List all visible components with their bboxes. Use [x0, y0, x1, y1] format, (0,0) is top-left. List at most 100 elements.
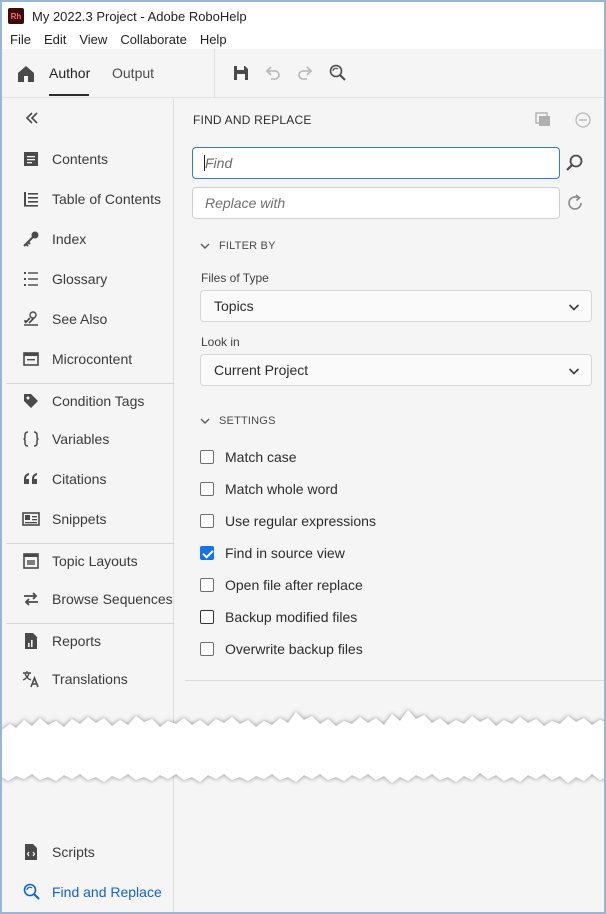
quote-icon: [24, 473, 37, 484]
checkbox-checked[interactable]: [200, 546, 214, 560]
search-icon[interactable]: [564, 152, 586, 174]
option-label: Match whole word: [225, 481, 338, 497]
option-label: Use regular expressions: [225, 513, 376, 529]
sidebar-item-browse-sequences[interactable]: Browse Sequences: [2, 581, 174, 617]
option-use-regular-expressions[interactable]: Use regular expressions: [200, 511, 376, 531]
sidebar-item-label: Table of Contents: [52, 191, 161, 207]
option-backup-modified-files[interactable]: Backup modified files: [200, 607, 357, 627]
sidebar-item-microcontent[interactable]: Microcontent: [2, 341, 174, 377]
checkbox[interactable]: [200, 642, 214, 656]
sidebar-item-translations[interactable]: Translations: [2, 661, 174, 697]
sidebar-item-label: Glossary: [52, 271, 108, 287]
tab-author[interactable]: Author: [49, 65, 90, 81]
files-of-type-value: Topics: [214, 298, 254, 314]
text-cursor: [204, 155, 205, 171]
undo-icon[interactable]: [263, 63, 283, 83]
chevron-down-icon: [568, 304, 580, 311]
contents-icon: [24, 152, 38, 166]
see-also-icon: [24, 311, 38, 326]
sidebar-item-reports[interactable]: Reports: [2, 623, 174, 659]
sidebar-item-label: Citations: [52, 471, 107, 487]
menu-bar: File Edit View Collaborate Help: [2, 30, 604, 49]
sidebar-item-index[interactable]: Index: [2, 221, 174, 257]
app-window: Rh My 2022.3 Project - Adobe RoboHelp Fi…: [0, 0, 606, 914]
window-title: My 2022.3 Project - Adobe RoboHelp: [32, 8, 247, 24]
checkbox[interactable]: [200, 450, 214, 464]
sidebar-item-condition-tags[interactable]: Condition Tags: [2, 383, 174, 419]
sidebar-item-label: Scripts: [52, 844, 95, 860]
sidebar-item-table-of-contents[interactable]: Table of Contents: [2, 181, 174, 217]
active-tab-indicator: [49, 94, 89, 96]
look-in-value: Current Project: [214, 362, 309, 378]
robohelp-logo: Rh: [8, 8, 24, 24]
sidebar-item-scripts[interactable]: Scripts: [2, 834, 174, 870]
checkbox[interactable]: [200, 482, 214, 496]
checkbox[interactable]: [200, 514, 214, 528]
sidebar-item-label: Contents: [52, 151, 109, 167]
option-label: Backup modified files: [225, 609, 358, 625]
glossary-icon: [24, 272, 38, 286]
menu-help[interactable]: Help: [200, 32, 227, 47]
look-in-dropdown[interactable]: Current Project: [200, 354, 592, 386]
menu-view[interactable]: View: [79, 32, 107, 47]
translate-icon: [22, 671, 39, 688]
save-icon[interactable]: [231, 63, 251, 83]
snippets-icon: [22, 512, 40, 526]
sidebar-item-label: Condition Tags: [52, 393, 145, 409]
option-label: Find in source view: [225, 545, 345, 561]
sidebar-item-label: Find and Replace: [52, 884, 162, 900]
redo-icon[interactable]: [295, 63, 315, 83]
option-label: Open file after replace: [225, 577, 363, 593]
option-open-file-after-replace[interactable]: Open file after replace: [200, 575, 363, 595]
find-replace-icon[interactable]: [327, 63, 347, 83]
sidebar-item-glossary[interactable]: Glossary: [2, 261, 174, 297]
arrows-icon: [24, 592, 38, 606]
sidebar-item-label: Translations: [52, 671, 128, 687]
sidebar-item-variables[interactable]: Variables: [2, 421, 174, 457]
sidebar-item-label: Browse Sequences: [52, 591, 173, 607]
menu-collaborate[interactable]: Collaborate: [120, 32, 187, 47]
key-icon: [23, 231, 39, 247]
refresh-icon[interactable]: [564, 192, 586, 214]
toc-icon: [24, 192, 38, 207]
title-bar: Rh My 2022.3 Project - Adobe RoboHelp: [2, 2, 604, 30]
settings-header[interactable]: SETTINGS: [199, 415, 276, 427]
option-overwrite-backup-files[interactable]: Overwrite backup files: [200, 639, 363, 659]
checkbox[interactable]: [200, 578, 214, 592]
undock-icon[interactable]: [534, 111, 552, 129]
torn-paper-break: [2, 710, 604, 783]
sidebar-item-citations[interactable]: Citations: [2, 461, 174, 497]
sidebar-item-topic-layouts[interactable]: Topic Layouts: [2, 543, 174, 579]
microcontent-icon: [23, 352, 39, 366]
sidebar-item-contents[interactable]: Contents: [2, 141, 174, 177]
option-find-in-source-view[interactable]: Find in source view: [200, 543, 345, 563]
sidebar-item-snippets[interactable]: Snippets: [2, 501, 174, 537]
menu-file[interactable]: File: [10, 32, 31, 47]
sidebar-item-label: Topic Layouts: [52, 553, 138, 569]
sidebar-item-label: Microcontent: [52, 351, 133, 367]
tab-output[interactable]: Output: [112, 65, 154, 81]
sidebar-item-label: Snippets: [52, 511, 107, 527]
checkbox[interactable]: [200, 610, 214, 624]
menu-edit[interactable]: Edit: [44, 32, 66, 47]
sidebar-item-label: Reports: [52, 633, 102, 649]
find-input[interactable]: [192, 147, 560, 179]
option-match-case[interactable]: Match case: [200, 447, 297, 467]
replace-input[interactable]: [192, 187, 560, 219]
option-match-whole-word[interactable]: Match whole word: [200, 479, 338, 499]
sidebar-item-label: See Also: [52, 311, 108, 327]
minimize-icon[interactable]: [574, 111, 592, 129]
braces-icon: [23, 431, 39, 447]
collapse-panel-icon[interactable]: [23, 109, 41, 127]
files-of-type-label: Files of Type: [201, 271, 269, 285]
find-replace-icon: [23, 883, 40, 900]
sidebar-item-find-and-replace[interactable]: Find and Replace: [2, 874, 174, 910]
option-label: Overwrite backup files: [225, 641, 363, 657]
filter-by-label: FILTER BY: [219, 240, 276, 252]
files-of-type-dropdown[interactable]: Topics: [200, 290, 592, 322]
home-icon[interactable]: [16, 64, 36, 84]
filter-by-header[interactable]: FILTER BY: [199, 240, 276, 252]
report-icon: [25, 633, 37, 649]
script-icon: [25, 844, 37, 860]
sidebar-item-see-also[interactable]: See Also: [2, 301, 174, 337]
